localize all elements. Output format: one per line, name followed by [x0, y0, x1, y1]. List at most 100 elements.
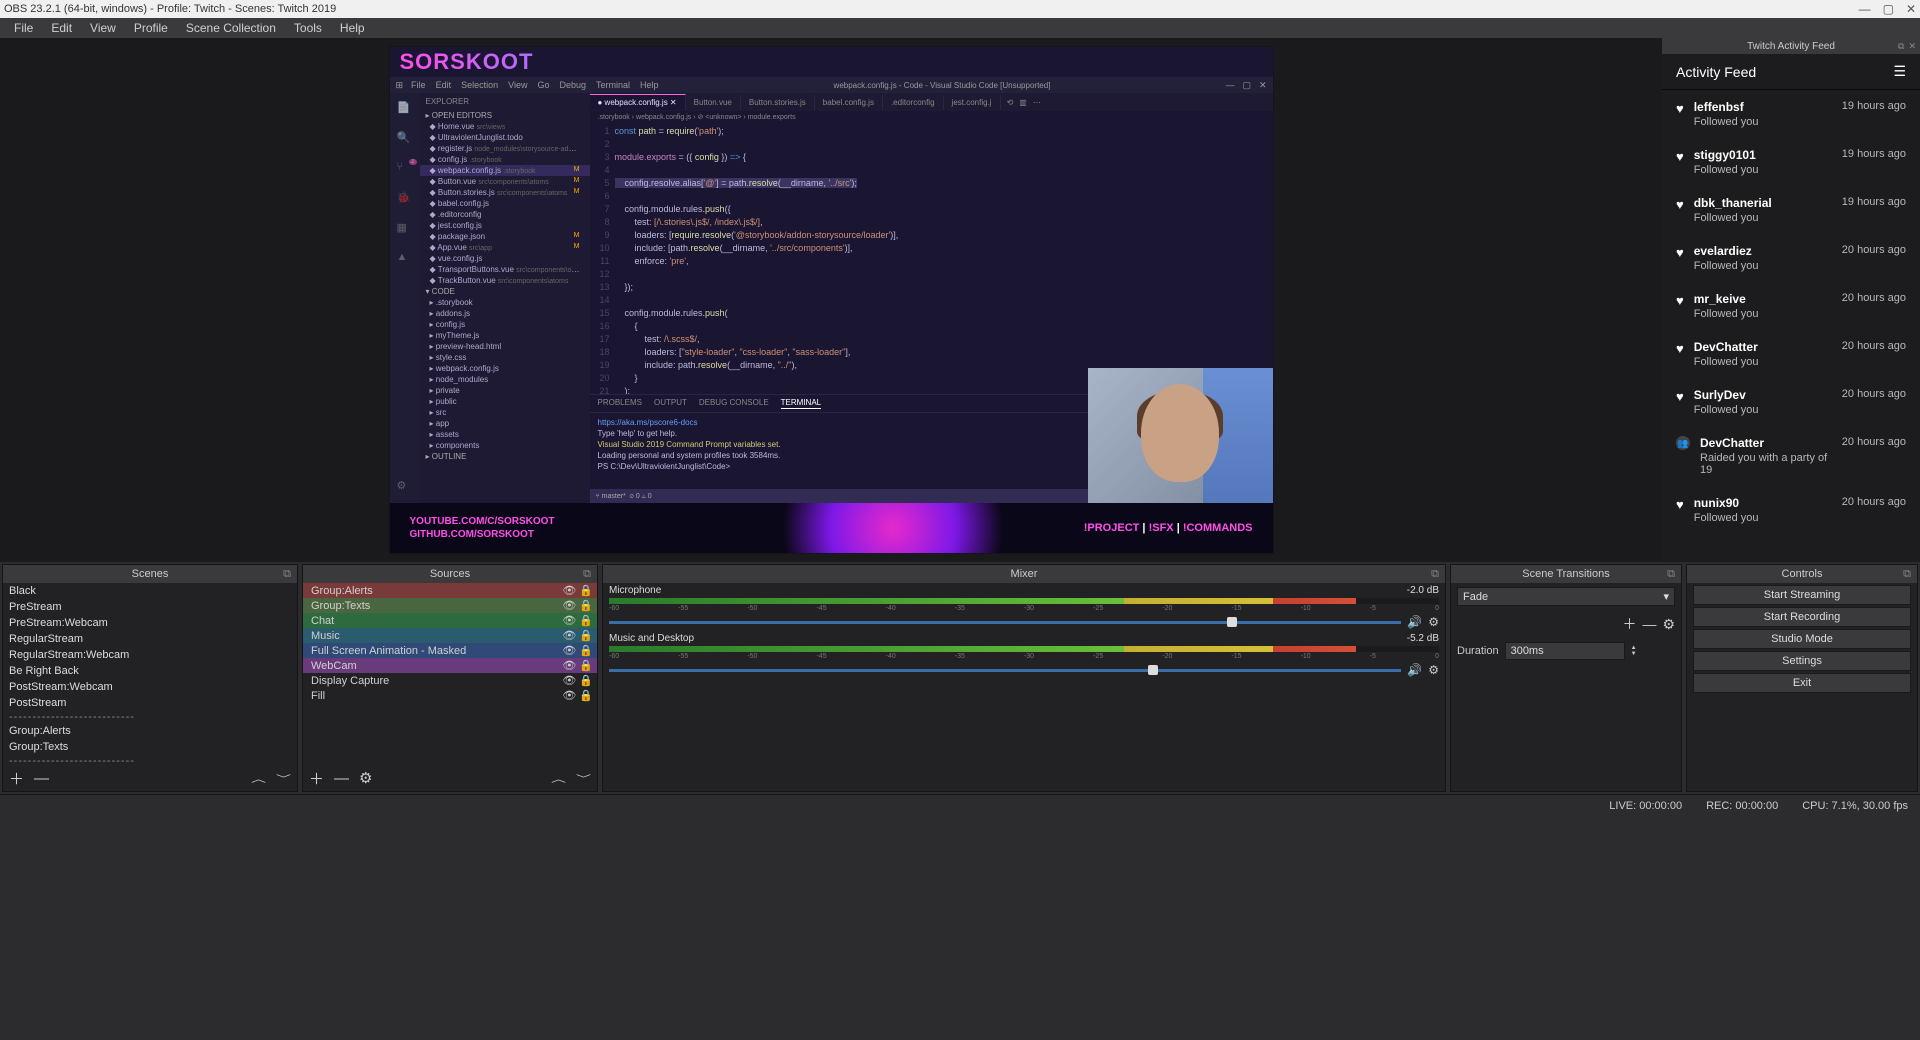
source-item[interactable]: Group:Alerts👁🔒	[303, 583, 597, 598]
control-button-start-streaming[interactable]: Start Streaming	[1693, 585, 1911, 605]
scene-item[interactable]: RegularStream	[3, 631, 297, 647]
volume-slider[interactable]	[609, 669, 1401, 672]
source-item[interactable]: Group:Texts👁🔒	[303, 598, 597, 613]
activity-subtext: Followed you	[1694, 512, 1832, 524]
activity-time: 20 hours ago	[1842, 436, 1906, 476]
scene-item[interactable]: PreStream:Webcam	[3, 615, 297, 631]
scene-item[interactable]: PostStream	[3, 695, 297, 711]
duration-input[interactable]: 300ms	[1505, 642, 1625, 660]
preview-area[interactable]: SORSKOOT ⊞ FileEditSelectionViewGoDebugT…	[0, 38, 1662, 562]
scene-remove-icon[interactable]: —	[34, 770, 49, 787]
menu-profile[interactable]: Profile	[126, 19, 176, 37]
transition-add-icon[interactable]: ＋	[1622, 614, 1636, 634]
activity-item[interactable]: ♥dbk_thanerialFollowed you19 hours ago	[1662, 186, 1920, 234]
activity-item[interactable]: ♥nunix90Followed you20 hours ago	[1662, 486, 1920, 534]
visibility-icon[interactable]: 👁	[562, 629, 576, 642]
volume-slider[interactable]	[609, 621, 1401, 624]
source-down-icon[interactable]: ﹀	[576, 772, 591, 785]
activity-item[interactable]: ♥leffenbsfFollowed you19 hours ago	[1662, 90, 1920, 138]
transitions-popout-icon[interactable]: ⧉	[1667, 568, 1675, 581]
scene-item[interactable]: Group:Alerts	[3, 723, 297, 739]
visibility-icon[interactable]: 👁	[562, 644, 576, 657]
mixer-settings-icon[interactable]: ⚙	[1428, 615, 1439, 629]
source-remove-icon[interactable]: —	[334, 770, 349, 787]
control-button-studio-mode[interactable]: Studio Mode	[1693, 629, 1911, 649]
activity-item[interactable]: ♥DevChatterFollowed you20 hours ago	[1662, 330, 1920, 378]
source-settings-icon[interactable]: ⚙	[359, 769, 372, 787]
menu-view[interactable]: View	[82, 19, 124, 37]
scenes-popout-icon[interactable]: ⧉	[283, 568, 291, 581]
transition-select[interactable]: Fade▾	[1457, 587, 1675, 606]
source-item[interactable]: WebCam👁🔒	[303, 658, 597, 673]
activity-item[interactable]: ♥evelardiezFollowed you20 hours ago	[1662, 234, 1920, 282]
source-item[interactable]: Display Capture👁🔒	[303, 673, 597, 688]
transition-settings-icon[interactable]: ⚙	[1662, 616, 1675, 633]
scene-item[interactable]: PreStream	[3, 599, 297, 615]
scene-down-icon[interactable]: ﹀	[276, 772, 291, 785]
search-icon: 🔍	[397, 131, 413, 147]
source-item[interactable]: Chat👁🔒	[303, 613, 597, 628]
mixer-popout-icon[interactable]: ⧉	[1431, 568, 1439, 581]
heart-icon: ♥	[1676, 245, 1684, 272]
activity-settings-icon[interactable]: ☰	[1893, 63, 1906, 80]
activity-item[interactable]: ♥mr_keiveFollowed you20 hours ago	[1662, 282, 1920, 330]
explorer-item: ◆ Home.vue src\views	[420, 121, 590, 132]
dock-close-icon[interactable]: ✕	[1908, 41, 1916, 52]
menu-file[interactable]: File	[6, 19, 41, 37]
visibility-icon[interactable]: 👁	[562, 689, 576, 702]
activity-item[interactable]: ♥SurlyDevFollowed you20 hours ago	[1662, 378, 1920, 426]
scene-item[interactable]: PostStream:Webcam	[3, 679, 297, 695]
visibility-icon[interactable]: 👁	[562, 599, 576, 612]
lock-icon[interactable]: 🔒	[579, 659, 593, 672]
mixer-settings-icon[interactable]: ⚙	[1428, 663, 1439, 677]
menu-edit[interactable]: Edit	[43, 19, 80, 37]
menu-scene-collection[interactable]: Scene Collection	[178, 19, 284, 37]
explorer-tree-item: ▸ myTheme.js	[420, 330, 590, 341]
source-item[interactable]: Full Screen Animation - Masked👁🔒	[303, 643, 597, 658]
lock-icon[interactable]: 🔒	[579, 689, 593, 702]
lock-icon[interactable]: 🔒	[579, 629, 593, 642]
dock-popout-icon[interactable]: ⧉	[1898, 41, 1904, 52]
control-button-settings[interactable]: Settings	[1693, 651, 1911, 671]
activity-item[interactable]: 👥DevChatterRaided you with a party of 19…	[1662, 426, 1920, 486]
scene-separator: ---------------------------	[3, 711, 297, 723]
source-up-icon[interactable]: ︿	[551, 772, 566, 785]
controls-popout-icon[interactable]: ⧉	[1903, 568, 1911, 581]
menu-help[interactable]: Help	[332, 19, 373, 37]
visibility-icon[interactable]: 👁	[562, 674, 576, 687]
scene-item[interactable]: RegularStream:Webcam	[3, 647, 297, 663]
visibility-icon[interactable]: 👁	[562, 659, 576, 672]
menu-tools[interactable]: Tools	[286, 19, 330, 37]
source-item[interactable]: Fill👁🔒	[303, 688, 597, 703]
activity-item[interactable]: ♥stiggy0101Followed you19 hours ago	[1662, 138, 1920, 186]
control-button-start-recording[interactable]: Start Recording	[1693, 607, 1911, 627]
scene-add-icon[interactable]: ＋	[9, 768, 24, 789]
lock-icon[interactable]: 🔒	[579, 614, 593, 627]
scene-item[interactable]: Group:Texts	[3, 739, 297, 755]
source-item[interactable]: Music👁🔒	[303, 628, 597, 643]
scene-item[interactable]: Be Right Back	[3, 663, 297, 679]
source-add-icon[interactable]: ＋	[309, 768, 324, 789]
activity-username: SurlyDev	[1694, 388, 1832, 402]
code-section: ▾ CODE	[420, 286, 590, 297]
duration-down-icon[interactable]: ▼	[1631, 651, 1637, 657]
lock-icon[interactable]: 🔒	[579, 644, 593, 657]
visibility-icon[interactable]: 👁	[562, 614, 576, 627]
heart-icon: ♥	[1676, 389, 1684, 416]
close-icon[interactable]: ✕	[1906, 2, 1916, 16]
lock-icon[interactable]: 🔒	[579, 599, 593, 612]
transition-remove-icon[interactable]: —	[1642, 616, 1656, 632]
speaker-icon[interactable]: 🔊	[1407, 615, 1422, 629]
visibility-icon[interactable]: 👁	[562, 584, 576, 597]
sources-popout-icon[interactable]: ⧉	[583, 568, 591, 581]
minimize-icon[interactable]: —	[1859, 2, 1871, 16]
status-rec: REC: 00:00:00	[1706, 800, 1778, 812]
scene-item[interactable]: Black	[3, 583, 297, 599]
control-button-exit[interactable]: Exit	[1693, 673, 1911, 693]
scene-up-icon[interactable]: ︿	[251, 772, 266, 785]
activity-username: mr_keive	[1694, 292, 1832, 306]
speaker-icon[interactable]: 🔊	[1407, 663, 1422, 677]
lock-icon[interactable]: 🔒	[579, 674, 593, 687]
lock-icon[interactable]: 🔒	[579, 584, 593, 597]
maximize-icon[interactable]: ▢	[1883, 2, 1894, 16]
